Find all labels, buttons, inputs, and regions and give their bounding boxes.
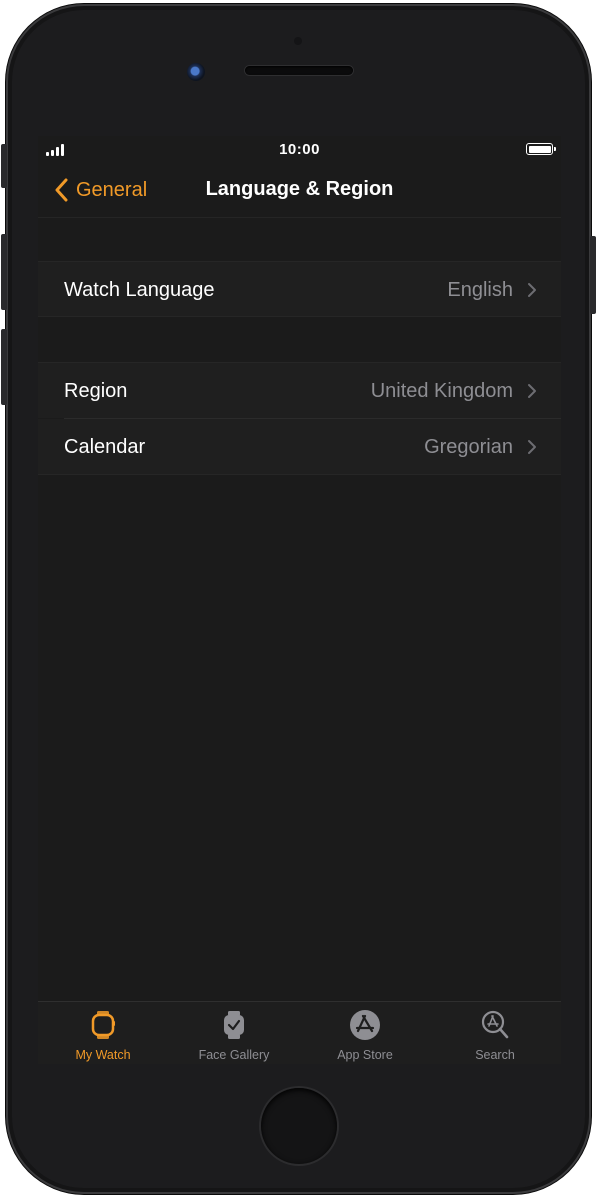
tab-bar: My Watch Face Gallery App Store Search [38,1001,561,1064]
watch-language-row[interactable]: Watch Language English [38,261,561,317]
calendar-label: Calendar [64,436,146,458]
region-value: United Kingdom [370,380,513,402]
watch-face-icon [224,1011,244,1039]
tab-my-watch-label: My Watch [75,1048,131,1062]
tab-face-gallery[interactable]: Face Gallery [169,1002,299,1064]
region-row[interactable]: Region United Kingdom [38,362,561,418]
tab-search[interactable]: Search [430,1002,560,1064]
app-store-icon [350,1010,380,1040]
status-bar: 10:00 [38,136,561,164]
navigation-bar: General Language & Region [38,164,561,218]
screen: 10:00 General Language & Region Watch La… [38,136,561,1064]
mute-switch [1,144,7,188]
region-label: Region [64,380,128,402]
chevron-right-icon [528,384,536,398]
watch-icon [91,1011,115,1039]
watch-language-label: Watch Language [64,279,215,301]
home-button[interactable] [261,1088,337,1164]
tab-app-store-label: App Store [337,1048,393,1062]
tab-app-store[interactable]: App Store [300,1002,430,1064]
tab-search-label: Search [475,1048,515,1062]
watch-language-value: English [447,279,513,301]
tab-my-watch[interactable]: My Watch [38,1002,168,1064]
earpiece-speaker [245,66,353,75]
status-time: 10:00 [279,141,320,158]
search-icon [481,1010,509,1039]
front-camera [187,63,205,81]
chevron-right-icon [528,440,536,454]
volume-up-button [1,234,7,310]
battery-icon [526,143,556,155]
volume-down-button [1,329,7,405]
power-button [590,236,596,314]
calendar-row[interactable]: Calendar Gregorian [38,419,561,475]
tab-face-gallery-label: Face Gallery [198,1048,270,1062]
page-title: Language & Region [205,178,394,200]
chevron-right-icon [528,283,536,297]
proximity-sensor [294,37,302,45]
calendar-value: Gregorian [424,436,513,458]
